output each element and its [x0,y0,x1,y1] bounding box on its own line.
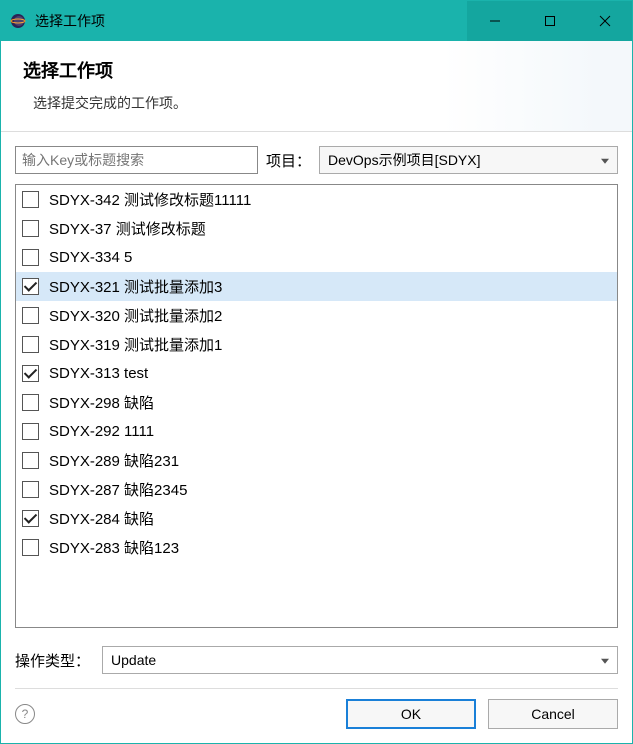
page-subtitle: 选择提交完成的工作项。 [23,93,610,113]
item-text: SDYX-298 缺陷 [49,392,154,413]
item-text: SDYX-319 测试批量添加1 [49,334,222,355]
cancel-button[interactable]: Cancel [488,699,618,729]
list-item[interactable]: SDYX-320 测试批量添加2 [16,301,617,330]
list-item[interactable]: SDYX-37 测试修改标题 [16,214,617,243]
list-scroll-area[interactable]: SDYX-342 测试修改标题11111 SDYX-37 测试修改标题 SDYX-3… [16,185,617,627]
dialog-body: 项目： DevOps示例项目[SDYX] SDYX-342 测试修改标题1111… [1,132,632,688]
item-text: SDYX-320 测试批量添加2 [49,305,222,326]
window-title: 选择工作项 [35,11,467,31]
list-item[interactable]: SDYX-298 缺陷 [16,388,617,417]
search-row: 项目： DevOps示例项目[SDYX] [15,146,618,174]
item-text: SDYX-287 缺陷2345 [49,479,187,500]
item-text: SDYX-313 test [49,365,148,382]
list-item[interactable]: SDYX-283 缺陷123 [16,533,617,562]
minimize-button[interactable] [467,1,522,41]
checkbox[interactable] [22,539,39,556]
checkbox[interactable] [22,365,39,382]
checkbox[interactable] [22,394,39,411]
list-item[interactable]: SDYX-284 缺陷 [16,504,617,533]
list-item[interactable]: SDYX-292 1111 [16,417,617,446]
checkbox[interactable] [22,249,39,266]
titlebar: 选择工作项 [1,1,632,41]
list-item[interactable]: SDYX-313 test [16,359,617,388]
item-text: SDYX-334 5 [49,249,132,266]
operation-select-value: Update [111,652,156,668]
close-button[interactable] [577,1,632,41]
checkbox[interactable] [22,307,39,324]
window-controls [467,1,632,41]
checkbox[interactable] [22,220,39,237]
list-item[interactable]: SDYX-342 测试修改标题11111 [16,185,617,214]
checkbox[interactable] [22,481,39,498]
item-text: SDYX-292 1111 [49,423,154,440]
list-item[interactable]: SDYX-289 缺陷231 [16,446,617,475]
operation-row: 操作类型： Update [15,646,618,674]
checkbox[interactable] [22,336,39,353]
item-text: SDYX-284 缺陷 [49,508,154,529]
operation-label: 操作类型： [15,650,90,671]
list-item[interactable]: SDYX-321 测试批量添加3 [16,272,617,301]
checkbox[interactable] [22,278,39,295]
checkbox[interactable] [22,191,39,208]
project-select[interactable]: DevOps示例项目[SDYX] [319,146,618,174]
page-title: 选择工作项 [23,57,610,83]
item-text: SDYX-321 测试批量添加3 [49,276,222,297]
eclipse-icon [9,12,27,30]
operation-select[interactable]: Update [102,646,618,674]
help-icon[interactable]: ? [15,704,35,724]
dialog-footer: ? OK Cancel [1,689,632,743]
dialog-header: 选择工作项 选择提交完成的工作项。 [1,41,632,132]
list-item[interactable]: SDYX-319 测试批量添加1 [16,330,617,359]
list-item[interactable]: SDYX-334 5 [16,243,617,272]
item-text: SDYX-342 测试修改标题11111 [49,189,251,210]
ok-button[interactable]: OK [346,699,476,729]
search-input[interactable] [15,146,258,174]
project-select-value: DevOps示例项目[SDYX] [328,150,480,170]
item-text: SDYX-289 缺陷231 [49,450,179,471]
checkbox[interactable] [22,423,39,440]
checkbox[interactable] [22,452,39,469]
item-text: SDYX-37 测试修改标题 [49,218,206,239]
dialog-window: 选择工作项 选择工作项 选择提交完成的工作项。 项目： DevOps示例项目[S… [0,0,633,744]
item-text: SDYX-283 缺陷123 [49,537,179,558]
maximize-button[interactable] [522,1,577,41]
work-item-list: SDYX-342 测试修改标题11111 SDYX-37 测试修改标题 SDYX-3… [15,184,618,628]
checkbox[interactable] [22,510,39,527]
project-label: 项目： [266,150,311,171]
list-item[interactable]: SDYX-287 缺陷2345 [16,475,617,504]
